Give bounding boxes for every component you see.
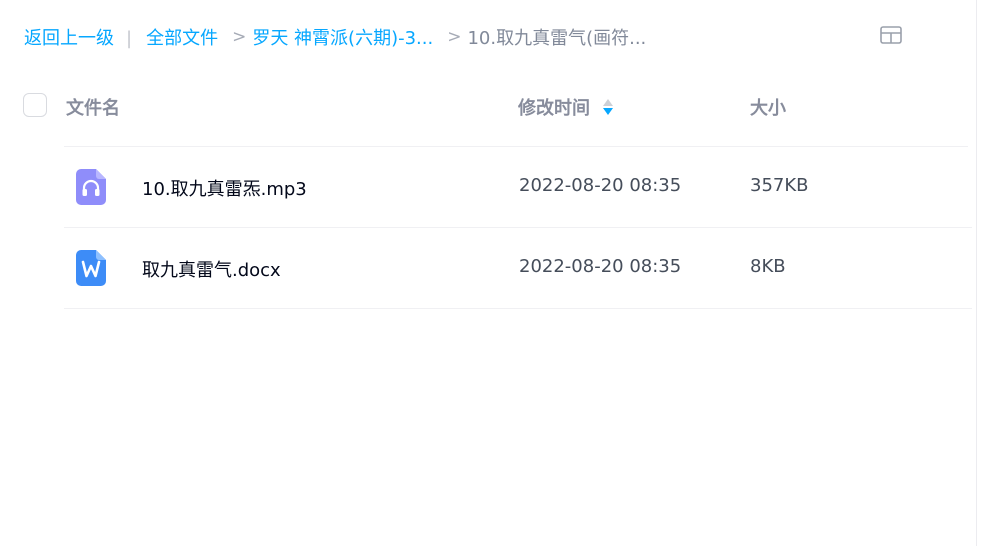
file-browser: 返回上一级 | 全部文件 > 罗天 神霄派(六期)-3... > 10.取九真雷… [0,0,1002,546]
panel-border [976,0,977,546]
breadcrumb-divider: | [126,27,133,49]
file-name[interactable]: 10.取九真雷炁.mp3 [142,175,307,201]
breadcrumb: 返回上一级 | 全部文件 > 罗天 神霄派(六期)-3... > 10.取九真雷… [24,24,646,50]
column-name[interactable]: 文件名 [66,94,120,120]
table-row[interactable]: 10.取九真雷炁.mp3 2022-08-20 08:35 357KB [64,147,972,227]
column-modified-label: 修改时间 [518,98,590,119]
breadcrumb-separator: > [232,27,247,47]
sort-icon[interactable] [602,97,614,117]
row-divider [64,308,972,309]
file-size: 357KB [750,175,809,196]
audio-file-icon [76,169,106,205]
breadcrumb-current: 10.取九真雷气(画符... [467,28,647,49]
word-file-icon [76,250,106,286]
column-size[interactable]: 大小 [750,94,786,120]
table-header: 文件名 修改时间 大小 [0,86,976,126]
breadcrumb-separator: > [447,27,462,47]
table-row[interactable]: 取九真雷气.docx 2022-08-20 08:35 8KB [64,228,972,308]
grid-view-icon[interactable] [880,26,902,44]
breadcrumb-all-files[interactable]: 全部文件 [146,24,218,50]
select-all-checkbox[interactable] [23,93,47,117]
breadcrumb-folder[interactable]: 罗天 神霄派(六期)-3... [252,24,433,50]
column-modified[interactable]: 修改时间 [518,94,614,120]
file-name[interactable]: 取九真雷气.docx [142,256,281,282]
file-modified: 2022-08-20 08:35 [519,256,682,277]
file-size: 8KB [750,256,786,277]
back-link[interactable]: 返回上一级 [24,24,114,50]
file-modified: 2022-08-20 08:35 [519,175,682,196]
